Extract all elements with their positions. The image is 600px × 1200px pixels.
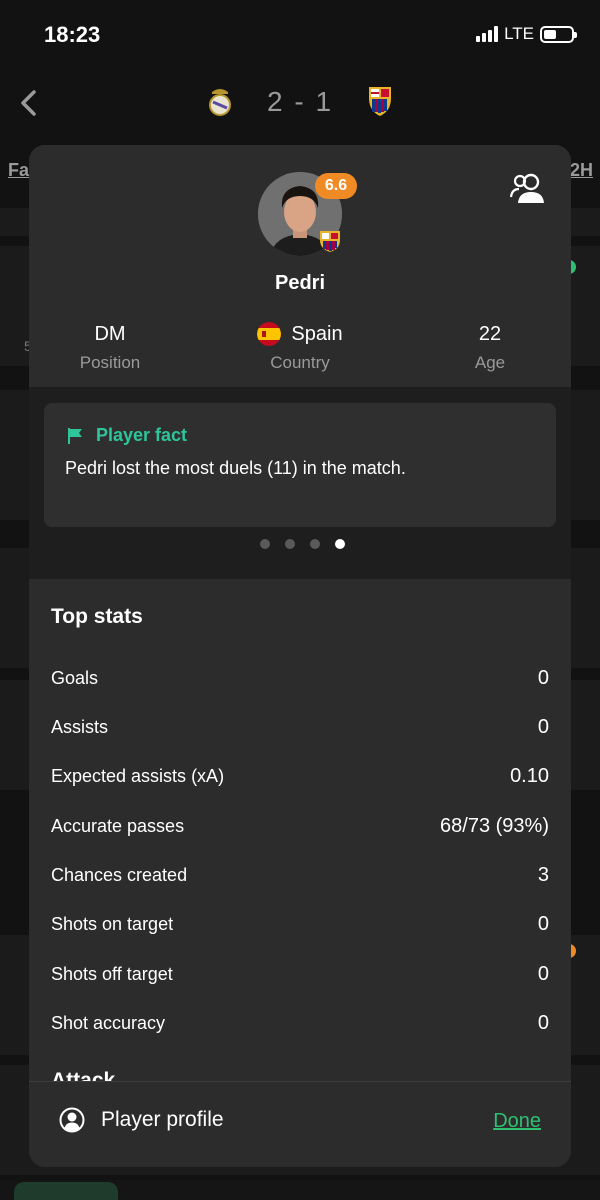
stat-label: Assists <box>51 716 109 737</box>
sheet-footer: Player profile Done <box>29 1081 571 1167</box>
stat-label: Accurate passes <box>51 815 185 836</box>
stat-row: Shots on target 0 <box>51 909 549 939</box>
player-profile-button[interactable]: Player profile <box>59 1107 224 1133</box>
stat-label: Shots off target <box>51 963 173 984</box>
status-bar: 18:23 LTE <box>0 0 600 70</box>
position-info: DM Position <box>29 321 200 373</box>
carousel-dot[interactable] <box>284 539 295 549</box>
spain-flag-icon <box>257 322 282 346</box>
fact-title-row: Player fact <box>66 425 187 446</box>
battery-icon <box>540 25 577 43</box>
stat-label: Expected assists (xA) <box>51 765 225 786</box>
stat-value: 0 <box>537 666 549 689</box>
stat-row: Assists 0 <box>51 712 549 742</box>
player-fact-carousel[interactable]: Player fact Pedri lost the most duels (1… <box>29 387 571 579</box>
match-score: 2 - 1 <box>266 86 334 117</box>
age-label: Age <box>474 353 506 372</box>
position-value: DM <box>94 322 126 345</box>
away-team-crest-icon[interactable] <box>366 84 394 118</box>
status-indicators: LTE <box>476 24 577 44</box>
stats-title: Top stats <box>51 605 143 628</box>
fact-title: Player fact <box>96 425 188 445</box>
age-info: 22 Age <box>400 321 571 373</box>
match-header: 2 - 1 <box>0 70 600 140</box>
country-label: Country <box>270 353 330 372</box>
country-value: Spain <box>291 322 343 345</box>
club-crest-icon <box>320 231 340 252</box>
network-type: LTE <box>504 24 534 43</box>
player-profile-label: Player profile <box>101 1108 224 1131</box>
carousel-dot-active[interactable] <box>334 539 345 549</box>
stat-value: 0 <box>537 962 549 985</box>
stat-label: Shot accuracy <box>51 1012 166 1033</box>
stat-value: 0 <box>537 912 549 935</box>
position-label: Position <box>79 353 141 372</box>
age-value: 22 <box>478 322 502 345</box>
stat-label: Goals <box>51 667 99 688</box>
attack-section-title: Attack <box>51 1069 116 1081</box>
stat-label: Shots on target <box>51 913 174 934</box>
rating-badge: 6.6 <box>315 173 357 199</box>
country-value-row: Spain <box>210 321 390 347</box>
bg-tab-right[interactable]: 2H <box>570 160 593 181</box>
nav-active-tab[interactable] <box>14 1182 118 1200</box>
player-fact-card[interactable]: Player fact Pedri lost the most duels (1… <box>44 403 556 527</box>
back-icon[interactable] <box>14 86 44 120</box>
carousel-dots <box>29 539 571 549</box>
player-name: Pedri <box>274 272 326 294</box>
follow-player-icon[interactable] <box>509 171 549 205</box>
stat-value: 0 <box>537 1011 549 1034</box>
home-team-crest-icon[interactable] <box>206 84 234 118</box>
profile-icon <box>59 1107 85 1133</box>
status-time: 18:23 <box>44 22 101 47</box>
signal-icon <box>476 26 499 42</box>
country-info: Spain Country <box>210 321 390 373</box>
bg-tab-left[interactable]: Fa <box>8 160 29 181</box>
player-sheet: 6.6 Pedri DM Position Spain Country 22 A… <box>29 145 571 1167</box>
stat-row: Shots off target 0 <box>51 959 549 989</box>
top-stats-section: Top stats Goals 0 Assists 0 Expected ass… <box>29 579 571 1081</box>
done-button[interactable]: Done <box>493 1110 541 1133</box>
stat-value: 0.10 <box>510 764 549 787</box>
stat-row: Accurate passes 68/73 (93%) <box>51 811 549 841</box>
carousel-dot[interactable] <box>259 539 270 549</box>
stat-row: Goals 0 <box>51 663 549 693</box>
carousel-dot[interactable] <box>309 539 320 549</box>
stat-value: 0 <box>537 715 549 738</box>
fact-text: Pedri lost the most duels (11) in the ma… <box>65 458 406 478</box>
stat-label: Chances created <box>51 864 188 885</box>
stat-row: Shot accuracy 0 <box>51 1008 549 1038</box>
player-header: 6.6 Pedri DM Position Spain Country 22 A… <box>29 145 571 387</box>
screen: 18:23 LTE 2 - 1 Fa 2H 5 6.6 Pedri DM Pos… <box>0 0 600 1200</box>
stat-row: Expected assists (xA) 0.10 <box>51 761 549 791</box>
stat-row: Chances created 3 <box>51 860 549 890</box>
stat-value: 68/73 (93%) <box>440 814 549 837</box>
flag-icon <box>68 427 82 444</box>
stat-value: 3 <box>537 863 549 886</box>
